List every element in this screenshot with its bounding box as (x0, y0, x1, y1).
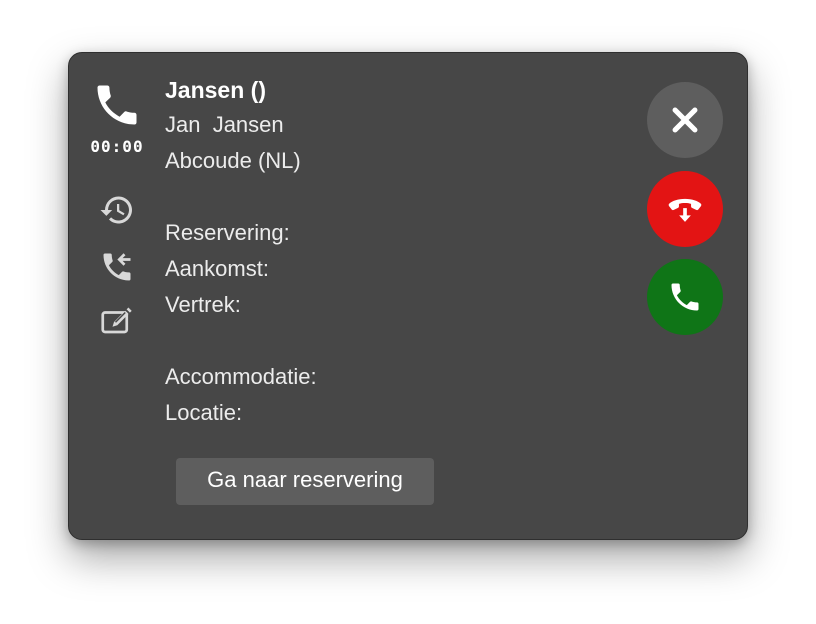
location-label: Locatie: (165, 400, 243, 425)
goto-reservation-button[interactable]: Ga naar reservering (176, 458, 434, 505)
answer-call-icon (671, 283, 699, 311)
incoming-call-panel: 00:00 Jansen () Jan Jansen Abcoude (NL) … (68, 52, 748, 540)
arrival-label: Aankomst: (165, 256, 269, 281)
departure-label: Vertrek: (165, 292, 241, 317)
edit-note-icon[interactable] (99, 305, 135, 341)
call-transfer-icon[interactable] (99, 249, 135, 285)
caller-title: Jansen () (165, 77, 266, 103)
call-timer: 00:00 (90, 137, 144, 156)
caller-name: Jan Jansen (165, 112, 284, 137)
history-icon[interactable] (99, 192, 135, 228)
caller-info: Jansen () Jan Jansen Abcoude (NL) Reserv… (165, 73, 317, 431)
reservation-label: Reservering: (165, 220, 290, 245)
caller-location: Abcoude (NL) (165, 148, 301, 173)
phone-icon (97, 85, 137, 125)
close-button[interactable] (647, 82, 723, 158)
hang-up-icon (668, 198, 702, 222)
accommodation-label: Accommodatie: (165, 364, 317, 389)
close-icon (672, 107, 698, 133)
hang-up-button[interactable] (647, 171, 723, 247)
answer-call-button[interactable] (647, 259, 723, 335)
